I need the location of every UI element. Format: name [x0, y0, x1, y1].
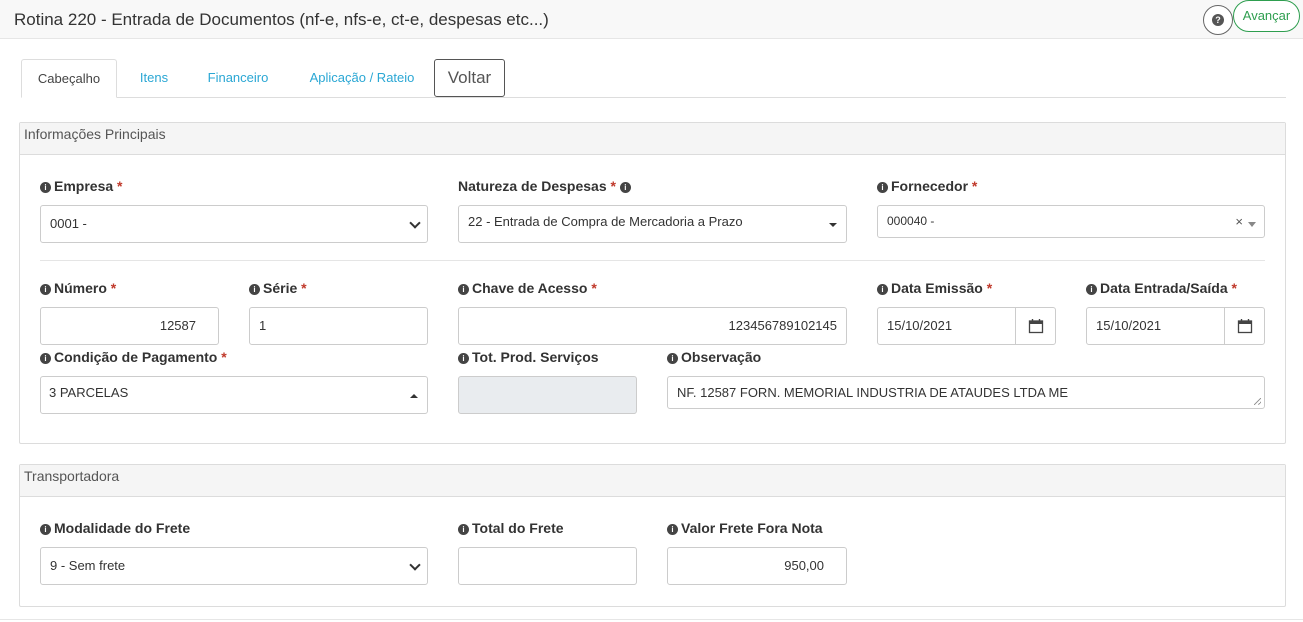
- bottom-divider: [0, 619, 1303, 620]
- tab-bar: Cabeçalho Itens Financeiro Aplicação / R…: [21, 59, 1286, 98]
- fornecedor-label: i Fornecedor *: [877, 178, 977, 194]
- transport-panel-title: Transportadora: [20, 465, 1285, 497]
- info-circle-icon: i: [458, 284, 469, 295]
- chevron-down-icon: [409, 559, 421, 571]
- tab-cabecalho[interactable]: Cabeçalho: [21, 59, 117, 98]
- modalidade-frete-label: i Modalidade do Frete: [40, 520, 190, 536]
- modalidade-frete-select[interactable]: 9 - Sem frete: [40, 547, 428, 585]
- serie-label: i Série *: [249, 280, 307, 296]
- main-info-panel-title: Informações Principais: [20, 123, 1285, 155]
- resize-grip-icon[interactable]: [1254, 398, 1261, 405]
- tot-prod-input: [458, 376, 637, 414]
- info-circle-icon: i: [458, 524, 469, 535]
- info-circle-icon: i: [40, 524, 51, 535]
- empresa-label: i Empresa *: [40, 178, 123, 194]
- tab-aplicacao-rateio[interactable]: Aplicação / Rateio: [301, 59, 423, 97]
- caret-down-icon: [829, 223, 837, 227]
- tab-itens[interactable]: Itens: [125, 59, 183, 97]
- tab-financeiro[interactable]: Financeiro: [197, 59, 279, 97]
- calendar-button-emissao[interactable]: [1015, 307, 1056, 345]
- section-divider: [40, 260, 1265, 261]
- info-circle-icon: i: [667, 353, 678, 364]
- data-emissao-label: i Data Emissão *: [877, 280, 992, 296]
- info-circle-icon: i: [877, 182, 888, 193]
- observacao-label: i Observação: [667, 349, 761, 365]
- page-title: Rotina 220 - Entrada de Documentos (nf-e…: [14, 10, 549, 29]
- advance-button[interactable]: Avançar: [1233, 0, 1300, 32]
- clear-icon[interactable]: ×: [1235, 206, 1243, 237]
- numero-input[interactable]: 12587: [40, 307, 219, 345]
- observacao-textarea[interactable]: NF. 12587 FORN. MEMORIAL INDUSTRIA DE AT…: [667, 376, 1265, 409]
- total-frete-input[interactable]: [458, 547, 637, 585]
- serie-input[interactable]: 1: [249, 307, 428, 345]
- empresa-select[interactable]: 0001 -: [40, 205, 428, 243]
- info-circle-icon: i: [877, 284, 888, 295]
- natureza-select[interactable]: 22 - Entrada de Compra de Mercadoria a P…: [458, 205, 847, 243]
- data-entrada-label: i Data Entrada/Saída *: [1086, 280, 1237, 296]
- condicao-pagamento-select[interactable]: 3 PARCELAS: [40, 376, 428, 414]
- calendar-icon: [1028, 319, 1043, 334]
- info-circle-icon: i: [667, 524, 678, 535]
- info-circle-icon: i: [40, 182, 51, 193]
- info-circle-icon: i: [1086, 284, 1097, 295]
- fornecedor-select[interactable]: 000040 - ×: [877, 205, 1265, 238]
- data-emissao-input[interactable]: 15/10/2021: [877, 307, 1017, 345]
- tot-prod-label: i Tot. Prod. Serviços: [458, 349, 599, 365]
- title-bar: Rotina 220 - Entrada de Documentos (nf-e…: [0, 0, 1303, 39]
- condicao-pagamento-label: i Condição de Pagamento *: [40, 349, 227, 365]
- calendar-button-entrada[interactable]: [1224, 307, 1265, 345]
- question-circle-icon: ?: [1212, 14, 1224, 26]
- calendar-icon: [1237, 319, 1252, 334]
- info-circle-icon: i: [40, 284, 51, 295]
- caret-down-icon: [1248, 222, 1256, 227]
- info-circle-icon: i: [458, 353, 469, 364]
- transport-panel: Transportadora: [19, 464, 1286, 607]
- data-entrada-input[interactable]: 15/10/2021: [1086, 307, 1226, 345]
- chevron-down-icon: [409, 217, 421, 229]
- chave-acesso-input[interactable]: 123456789102145: [458, 307, 847, 345]
- back-button[interactable]: Voltar: [434, 59, 505, 97]
- valor-frete-label: i Valor Frete Fora Nota: [667, 520, 823, 536]
- caret-up-icon: [410, 394, 418, 398]
- numero-label: i Número *: [40, 280, 116, 296]
- chave-label: i Chave de Acesso *: [458, 280, 597, 296]
- valor-frete-input[interactable]: 950,00: [667, 547, 847, 585]
- info-circle-icon: i: [40, 353, 51, 364]
- total-frete-label: i Total do Frete: [458, 520, 564, 536]
- natureza-label: Natureza de Despesas * i: [458, 178, 634, 194]
- help-button[interactable]: ?: [1203, 5, 1233, 35]
- info-circle-icon: i: [619, 182, 631, 193]
- info-circle-icon: i: [249, 284, 260, 295]
